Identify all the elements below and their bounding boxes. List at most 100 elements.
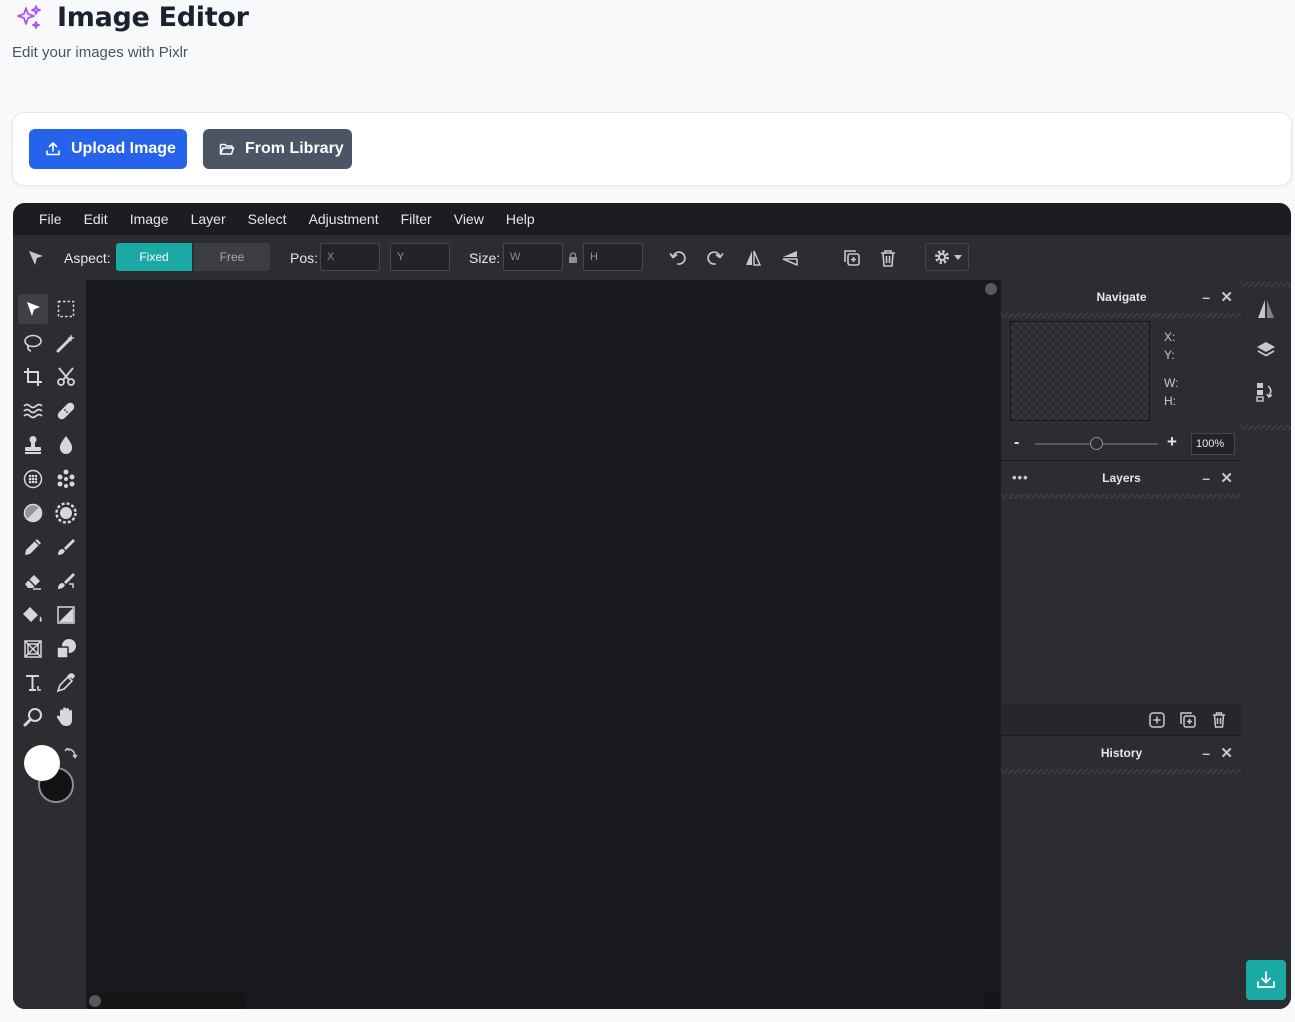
color-replace-icon[interactable] xyxy=(51,498,81,528)
from-library-button[interactable]: From Library xyxy=(203,129,352,169)
marquee-select-icon[interactable] xyxy=(51,294,81,324)
navigate-title: Navigate xyxy=(1096,290,1147,304)
cutout-scissors-icon[interactable] xyxy=(51,362,81,392)
size-width-input[interactable]: W xyxy=(503,243,563,271)
duplicate-icon[interactable] xyxy=(842,248,862,268)
zoom-out-button[interactable]: - xyxy=(1014,434,1019,452)
magic-wand-icon[interactable] xyxy=(51,328,81,358)
menu-view[interactable]: View xyxy=(454,211,484,227)
zoom-value-input[interactable]: 100% xyxy=(1191,433,1235,455)
history-list[interactable] xyxy=(1001,774,1242,1009)
pixlr-editor: File Edit Image Layer Select Adjustment … xyxy=(13,203,1291,1009)
liquify-icon[interactable] xyxy=(18,396,48,426)
zoom-slider-thumb[interactable] xyxy=(1090,437,1103,450)
sponge-icon[interactable] xyxy=(18,464,48,494)
right-panels: Navigate – ✕ X: Y: W: H: - + 100% ••• La… xyxy=(1000,280,1242,1009)
flip-vertical-icon[interactable] xyxy=(780,248,800,268)
menu-layer[interactable]: Layer xyxy=(191,211,226,227)
image-canvas[interactable] xyxy=(86,280,1000,1009)
layers-list[interactable] xyxy=(1001,499,1242,704)
eyedropper-icon[interactable] xyxy=(51,668,81,698)
vertical-scroll-handle[interactable] xyxy=(985,283,997,295)
menu-image[interactable]: Image xyxy=(130,211,169,227)
horizontal-scroll-handle[interactable] xyxy=(89,995,101,1007)
frame-icon[interactable] xyxy=(18,634,48,664)
heal-bandage-icon[interactable] xyxy=(51,396,81,426)
menu-filter[interactable]: Filter xyxy=(401,211,432,227)
upload-image-button[interactable]: Upload Image xyxy=(29,129,187,169)
upload-icon xyxy=(45,140,63,158)
history-toggle-icon[interactable] xyxy=(1254,380,1278,404)
foreground-color-swatch[interactable] xyxy=(24,745,60,781)
sparkles-icon xyxy=(13,1,45,33)
layers-panel-header: ••• Layers – ✕ xyxy=(1001,462,1242,494)
delete-layer-icon[interactable] xyxy=(1212,712,1226,733)
upload-image-label: Upload Image xyxy=(71,140,176,157)
gradient-icon[interactable] xyxy=(51,600,81,630)
clone-stamp-icon[interactable] xyxy=(18,430,48,460)
lasso-icon[interactable] xyxy=(18,328,48,358)
menu-help[interactable]: Help xyxy=(506,211,535,227)
history-close-icon[interactable]: ✕ xyxy=(1220,744,1233,762)
eraser-icon[interactable] xyxy=(18,566,48,596)
flip-horizontal-icon[interactable] xyxy=(743,248,763,268)
save-download-button[interactable] xyxy=(1246,960,1286,1000)
blur-drop-icon[interactable] xyxy=(51,430,81,460)
lock-icon[interactable] xyxy=(563,248,583,268)
replace-brush-icon[interactable] xyxy=(51,566,81,596)
navigator-toggle-icon[interactable] xyxy=(1254,297,1278,321)
rotate-left-icon[interactable] xyxy=(668,248,688,268)
pos-x-input[interactable]: X xyxy=(320,243,380,271)
scroll-corner xyxy=(984,993,1000,1009)
pencil-icon[interactable] xyxy=(18,532,48,562)
tools-panel xyxy=(13,280,86,1009)
navigate-close-icon[interactable]: ✕ xyxy=(1220,288,1233,306)
nav-x-label: X: xyxy=(1164,330,1176,344)
trash-icon[interactable] xyxy=(878,248,898,268)
aspect-label: Aspect: xyxy=(64,250,111,266)
menu-select[interactable]: Select xyxy=(248,211,287,227)
size-label: Size: xyxy=(469,250,501,266)
aspect-free-toggle[interactable]: Free xyxy=(194,243,270,271)
duplicate-layer-icon[interactable] xyxy=(1180,712,1196,733)
swap-colors-icon[interactable] xyxy=(64,746,78,765)
navigator-thumbnail[interactable] xyxy=(1010,321,1150,421)
arrange-tool-icon[interactable] xyxy=(18,294,48,324)
layers-toggle-icon[interactable] xyxy=(1254,338,1278,362)
layers-footer xyxy=(1001,704,1242,735)
layers-close-icon[interactable]: ✕ xyxy=(1220,469,1233,487)
size-height-input[interactable]: H xyxy=(583,243,643,271)
fill-bucket-icon[interactable] xyxy=(18,600,48,630)
navigate-minimize-icon[interactable]: – xyxy=(1202,289,1210,305)
zoom-in-button[interactable]: + xyxy=(1167,432,1177,452)
aspect-fixed-toggle[interactable]: Fixed xyxy=(116,243,192,271)
menu-edit[interactable]: Edit xyxy=(84,211,108,227)
dodge-burn-icon[interactable] xyxy=(18,498,48,528)
pos-label: Pos: xyxy=(290,250,319,266)
pos-y-input[interactable]: Y xyxy=(390,243,450,271)
text-icon[interactable] xyxy=(18,668,48,698)
history-minimize-icon[interactable]: – xyxy=(1202,745,1210,761)
zoom-slider[interactable] xyxy=(1035,437,1158,450)
layers-minimize-icon[interactable]: – xyxy=(1202,470,1210,486)
from-library-label: From Library xyxy=(245,140,344,157)
action-card: Upload Image From Library xyxy=(12,112,1292,186)
menu-file[interactable]: File xyxy=(39,211,62,227)
hand-icon[interactable] xyxy=(51,702,81,732)
shape-icon[interactable] xyxy=(51,634,81,664)
page-header: Image Editor Edit your images with Pixlr xyxy=(12,0,249,62)
settings-dropdown[interactable] xyxy=(925,243,969,271)
layers-title: Layers xyxy=(1102,471,1141,485)
menu-bar: File Edit Image Layer Select Adjustment … xyxy=(13,203,1291,235)
menu-adjustment[interactable]: Adjustment xyxy=(309,211,379,227)
horizontal-scrollbar[interactable] xyxy=(88,993,246,1009)
add-layer-icon[interactable] xyxy=(1149,712,1165,733)
brush-icon[interactable] xyxy=(51,532,81,562)
crop-icon[interactable] xyxy=(18,362,48,392)
dots-pattern-icon[interactable] xyxy=(51,464,81,494)
panel-divider xyxy=(1001,313,1242,318)
panel-separator xyxy=(1001,735,1242,736)
layers-menu-icon[interactable]: ••• xyxy=(1012,470,1029,485)
zoom-icon[interactable] xyxy=(18,702,48,732)
rotate-right-icon[interactable] xyxy=(705,248,725,268)
